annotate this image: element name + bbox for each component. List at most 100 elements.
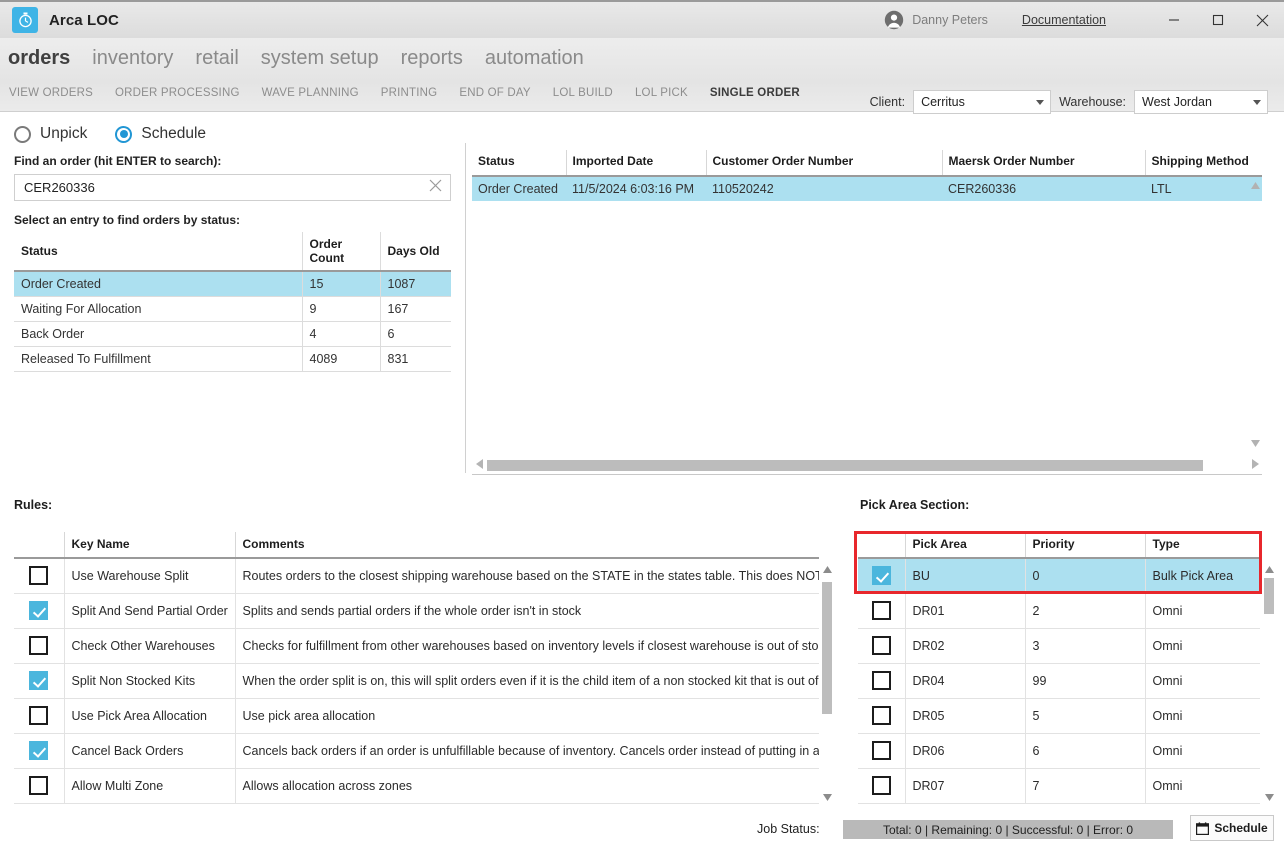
pick-area-checkbox[interactable]	[871, 601, 891, 620]
clear-search-button[interactable]	[429, 179, 442, 197]
main-tab-orders[interactable]: orders	[8, 48, 70, 68]
table-row[interactable]: DR05 5 Omni	[858, 698, 1260, 734]
sub-tab-lol-build[interactable]: LOL BUILD	[553, 87, 613, 99]
pick-scroll-thumb[interactable]	[1264, 578, 1274, 614]
main-tab-retail[interactable]: retail	[195, 48, 238, 68]
table-row[interactable]: BU 0 Bulk Pick Area	[858, 558, 1260, 594]
minimize-button[interactable]	[1152, 1, 1196, 39]
main-tab-automation[interactable]: automation	[485, 48, 584, 68]
status-col-days-old[interactable]: Days Old	[379, 232, 451, 272]
pick-area-checkbox[interactable]	[871, 671, 891, 690]
pick-area-checkbox[interactable]	[871, 566, 891, 586]
table-row[interactable]: Order Created 15 1087	[14, 271, 451, 297]
pick-area-vertical-scrollbar[interactable]	[1262, 562, 1276, 804]
rules-cell-checkbox[interactable]	[14, 733, 64, 769]
table-row[interactable]: Check Other Warehouses Checks for fulfil…	[14, 628, 819, 664]
scroll-up-arrow-icon[interactable]	[1262, 562, 1276, 576]
documentation-link[interactable]: Documentation	[1022, 13, 1106, 27]
rules-cell-checkbox[interactable]	[14, 593, 64, 629]
schedule-button[interactable]: Schedule	[1190, 815, 1274, 841]
order-col-status[interactable]: Status	[472, 150, 566, 177]
radio-schedule[interactable]: Schedule	[115, 125, 206, 143]
maximize-button[interactable]	[1196, 1, 1240, 39]
pick-cell-checkbox[interactable]	[858, 593, 905, 629]
table-row[interactable]: Waiting For Allocation 9 167	[14, 296, 451, 322]
status-col-order-count[interactable]: Order Count	[301, 232, 380, 272]
client-dropdown[interactable]: Cerritus	[913, 90, 1052, 114]
rule-checkbox[interactable]	[29, 706, 49, 725]
rules-col-comments[interactable]: Comments	[234, 532, 819, 559]
order-grid-horizontal-scrollbar[interactable]	[472, 457, 1262, 473]
close-button[interactable]	[1240, 1, 1284, 39]
radio-unpick[interactable]: Unpick	[14, 125, 87, 143]
pick-area-checkbox[interactable]	[871, 636, 891, 655]
horizontal-scroll-thumb[interactable]	[487, 459, 1204, 471]
table-row[interactable]: DR01 2 Omni	[858, 593, 1260, 629]
rules-cell-checkbox[interactable]	[14, 663, 64, 699]
rule-checkbox[interactable]	[29, 671, 49, 690]
sub-tab-end-of-day[interactable]: END OF DAY	[459, 87, 530, 99]
pick-cell-checkbox[interactable]	[858, 733, 905, 769]
order-col-maersk-order-number[interactable]: Maersk Order Number	[941, 150, 1145, 177]
rule-checkbox[interactable]	[29, 776, 49, 795]
pick-cell-checkbox[interactable]	[858, 698, 905, 734]
main-tab-system-setup[interactable]: system setup	[261, 48, 379, 68]
sub-tab-printing[interactable]: PRINTING	[381, 87, 438, 99]
table-row[interactable]: Use Pick Area Allocation Use pick area a…	[14, 698, 819, 734]
scroll-up-arrow-icon[interactable]	[1248, 178, 1262, 192]
table-row[interactable]: Allow Multi Zone Allows allocation acros…	[14, 768, 819, 804]
status-col-status[interactable]: Status	[14, 232, 302, 272]
pick-cell-checkbox[interactable]	[858, 663, 905, 699]
table-row[interactable]: DR02 3 Omni	[858, 628, 1260, 664]
rule-checkbox[interactable]	[29, 601, 49, 620]
table-row[interactable]: DR06 6 Omni	[858, 733, 1260, 769]
table-row[interactable]: DR04 99 Omni	[858, 663, 1260, 699]
pick-area-checkbox[interactable]	[871, 706, 891, 725]
search-input[interactable]	[15, 175, 450, 200]
horizontal-scroll-track[interactable]	[486, 459, 1248, 471]
scroll-down-arrow-icon[interactable]	[1248, 436, 1262, 450]
rule-checkbox[interactable]	[29, 741, 49, 760]
table-row[interactable]: Cancel Back Orders Cancels back orders i…	[14, 733, 819, 769]
pick-col-type[interactable]: Type	[1144, 532, 1260, 559]
scroll-down-arrow-icon[interactable]	[1262, 790, 1276, 804]
rules-cell-checkbox[interactable]	[14, 698, 64, 734]
pick-cell-checkbox[interactable]	[858, 628, 905, 664]
table-row[interactable]: Back Order 4 6	[14, 321, 451, 347]
warehouse-dropdown[interactable]: West Jordan	[1134, 90, 1268, 114]
sub-tab-wave-planning[interactable]: WAVE PLANNING	[262, 87, 359, 99]
order-col-customer-order-number[interactable]: Customer Order Number	[705, 150, 942, 177]
rules-cell-checkbox[interactable]	[14, 628, 64, 664]
rule-checkbox[interactable]	[29, 636, 49, 655]
pick-area-checkbox[interactable]	[871, 776, 891, 795]
order-col-shipping-method[interactable]: Shipping Method	[1144, 150, 1262, 177]
rules-cell-checkbox[interactable]	[14, 768, 64, 804]
pick-col-pick-area[interactable]: Pick Area	[904, 532, 1025, 559]
pick-cell-checkbox[interactable]	[858, 768, 905, 804]
table-row[interactable]: Split Non Stocked Kits When the order sp…	[14, 663, 819, 699]
pick-cell-checkbox[interactable]	[858, 558, 905, 594]
rule-checkbox[interactable]	[29, 566, 49, 586]
scroll-right-arrow-icon[interactable]	[1248, 456, 1262, 474]
table-row[interactable]: Split And Send Partial Order Splits and …	[14, 593, 819, 629]
sub-tab-view-orders[interactable]: VIEW ORDERS	[9, 87, 93, 99]
table-row[interactable]: DR07 7 Omni	[858, 768, 1260, 804]
sub-tab-lol-pick[interactable]: LOL PICK	[635, 87, 688, 99]
order-col-imported-date[interactable]: Imported Date	[565, 150, 706, 177]
scroll-up-arrow-icon[interactable]	[820, 562, 834, 576]
table-row[interactable]: Released To Fulfillment 4089 831	[14, 346, 451, 372]
table-row[interactable]: Order Created 11/5/2024 6:03:16 PM 11052…	[472, 176, 1262, 201]
rules-scroll-track[interactable]	[820, 576, 834, 790]
order-grid-vertical-scrollbar[interactable]	[1248, 178, 1262, 450]
rules-vertical-scrollbar[interactable]	[820, 562, 834, 804]
sub-tab-single-order[interactable]: SINGLE ORDER	[710, 87, 800, 99]
pick-scroll-track[interactable]	[1262, 576, 1276, 790]
rules-cell-checkbox[interactable]	[14, 558, 64, 594]
rules-col-key-name[interactable]: Key Name	[63, 532, 235, 559]
scroll-down-arrow-icon[interactable]	[820, 790, 834, 804]
sub-tab-order-processing[interactable]: ORDER PROCESSING	[115, 87, 240, 99]
pick-area-checkbox[interactable]	[871, 741, 891, 760]
main-tab-reports[interactable]: reports	[401, 48, 463, 68]
pick-col-priority[interactable]: Priority	[1024, 532, 1145, 559]
user-account[interactable]: Danny Peters	[884, 10, 988, 30]
